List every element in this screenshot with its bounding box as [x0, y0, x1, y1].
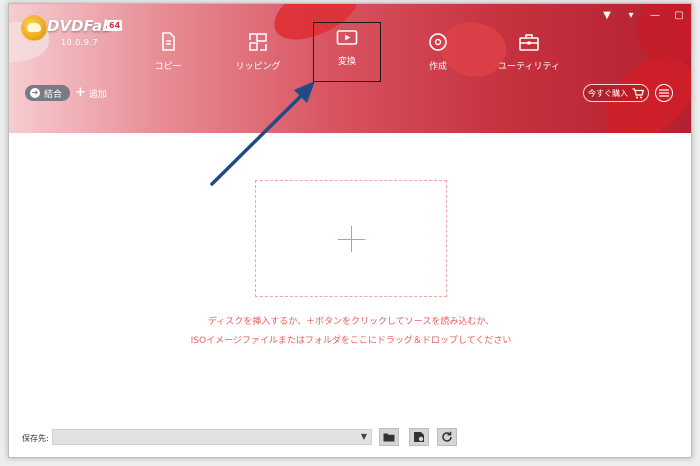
cart-icon: [632, 87, 644, 98]
logo-text: DVDFab: [47, 17, 113, 35]
drop-hint-line-2: ISOイメージファイルまたはフォルダをここにドラッグ＆ドロップしてください: [190, 336, 512, 346]
app-version: 10.0.9.7: [61, 38, 99, 47]
save-to-label: 保存先:: [22, 434, 49, 443]
dropdown-menu-icon[interactable]: ▾: [625, 10, 637, 22]
merge-button[interactable]: ➜ 結合: [25, 85, 71, 101]
add-button[interactable]: + 追加: [75, 85, 107, 101]
refresh-icon: [442, 431, 452, 442]
iso-output-button[interactable]: [409, 428, 429, 446]
tab-utilities-label: ユーティリティ: [498, 62, 560, 72]
copy-icon: [162, 32, 175, 51]
add-label: 追加: [88, 89, 107, 100]
toolbox-icon: [519, 34, 539, 51]
iso-file-icon: [414, 432, 424, 442]
hamburger-menu-icon: [659, 89, 669, 97]
maximize-icon[interactable]: ▢: [673, 10, 685, 22]
refresh-button[interactable]: [437, 428, 457, 446]
video-convert-icon: [336, 30, 358, 45]
save-to-select[interactable]: ▼: [52, 429, 372, 445]
tab-utilities[interactable]: ユーティリティ: [493, 26, 565, 78]
browse-folder-button[interactable]: [379, 428, 399, 446]
app-logo: DVDFab 64 10.0.9.7: [21, 13, 131, 49]
disc-create-icon: [429, 33, 447, 51]
tab-converter[interactable]: 変換: [313, 22, 381, 82]
tab-creator-label: 作成: [428, 62, 447, 72]
caret-down-icon: ▼: [360, 432, 367, 441]
logo-badge-icon: [21, 15, 47, 41]
main-menu-button[interactable]: [655, 84, 673, 102]
buy-now-button[interactable]: 今すぐ購入: [583, 84, 649, 102]
window-controls: ▼ ▾ — ▢ ✕: [601, 10, 691, 24]
tab-copy[interactable]: コピー: [133, 26, 203, 78]
tab-copy-label: コピー: [154, 62, 182, 72]
tab-ripper[interactable]: リッピング: [223, 26, 293, 78]
app-window: DVDFab 64 10.0.9.7 ▼ ▾ — ▢ ✕ コピー: [8, 3, 692, 458]
tab-creator[interactable]: 作成: [403, 26, 473, 78]
buy-now-label: 今すぐ購入: [588, 88, 628, 98]
tab-ripper-label: リッピング: [235, 62, 281, 72]
folder-icon: [383, 433, 395, 442]
drop-hint-line-1: ディスクを挿入するか、＋ボタンをクリックしてソースを読み込むか、: [207, 317, 495, 327]
tab-converter-label: 変換: [337, 57, 356, 67]
header-banner: DVDFab 64 10.0.9.7 ▼ ▾ — ▢ ✕ コピー: [9, 4, 691, 133]
arrow-right-icon: ➜: [30, 88, 40, 98]
minimize-icon[interactable]: —: [649, 10, 661, 22]
logo-bits-badge: 64: [107, 20, 123, 31]
ripper-icon: [249, 33, 267, 51]
merge-label: 結合: [44, 89, 63, 100]
plus-icon: +: [75, 85, 86, 100]
skin-icon[interactable]: ▼: [601, 10, 613, 22]
source-drop-zone[interactable]: [255, 180, 447, 297]
